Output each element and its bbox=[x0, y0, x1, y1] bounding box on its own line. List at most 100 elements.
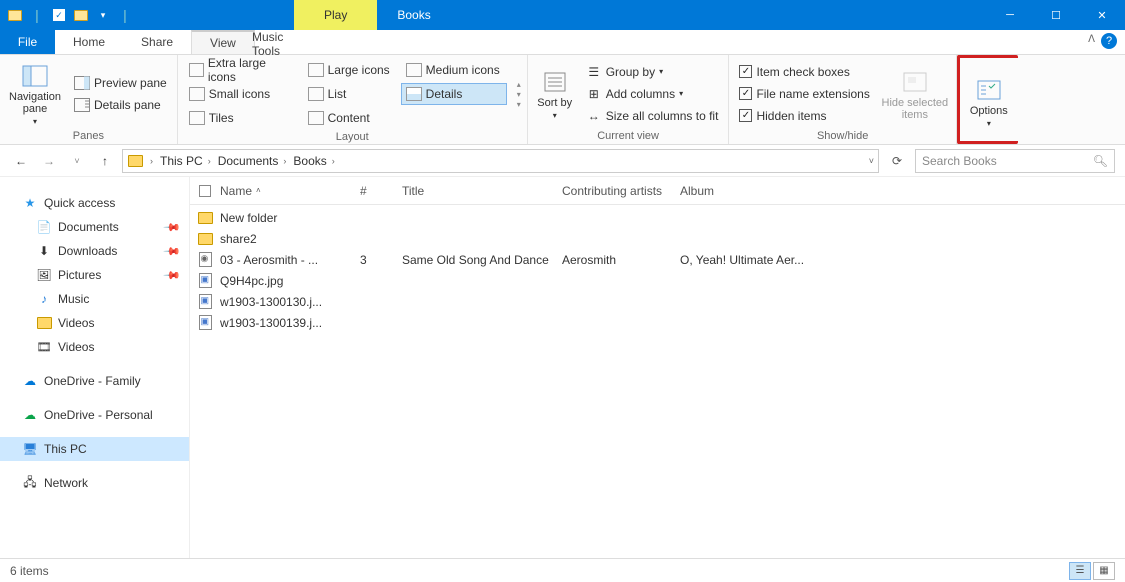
file-row[interactable]: Q9H4pc.jpg bbox=[190, 270, 1125, 291]
chevron-right-icon[interactable]: › bbox=[150, 156, 153, 166]
view-details-button[interactable]: ☰ bbox=[1069, 562, 1091, 580]
layout-extra-large[interactable]: Extra large icons bbox=[184, 59, 299, 81]
sidebar-onedrive-family[interactable]: ☁OneDrive - Family bbox=[0, 369, 189, 393]
hide-selected-icon bbox=[901, 69, 929, 95]
file-tab[interactable]: File bbox=[0, 30, 55, 54]
layout-content[interactable]: Content bbox=[303, 107, 397, 129]
column-header-num[interactable]: # bbox=[360, 184, 402, 198]
sidebar-item-music[interactable]: ♪Music bbox=[0, 287, 189, 311]
qat-separator: | bbox=[116, 6, 134, 24]
breadcrumb-item[interactable]: Documents› bbox=[218, 154, 290, 168]
qat-folder-icon[interactable] bbox=[72, 6, 90, 24]
sidebar-item-pictures[interactable]: 🖼Pictures📌 bbox=[0, 263, 189, 287]
close-button[interactable]: ✕ bbox=[1079, 0, 1125, 30]
cloud-icon: ☁ bbox=[22, 408, 38, 422]
options-button[interactable]: Options ▾ bbox=[966, 62, 1012, 141]
item-check-boxes-toggle[interactable]: ✓Item check boxes bbox=[735, 61, 873, 83]
minimize-button[interactable]: ─ bbox=[987, 0, 1033, 30]
column-header-album[interactable]: Album bbox=[680, 184, 1125, 198]
layout-medium[interactable]: Medium icons bbox=[401, 59, 507, 81]
context-tab-play[interactable]: Play bbox=[294, 0, 377, 30]
preview-pane-button[interactable]: Preview pane bbox=[70, 72, 171, 94]
sidebar-item-downloads[interactable]: ⬇Downloads📌 bbox=[0, 239, 189, 263]
add-columns-button[interactable]: ⊞Add columns ▾ bbox=[582, 83, 723, 105]
cell-title: Same Old Song And Dance bbox=[402, 253, 562, 267]
ribbon-group-label: Panes bbox=[6, 128, 171, 144]
image-file-icon bbox=[199, 294, 212, 309]
layout-large[interactable]: Large icons bbox=[303, 59, 397, 81]
ribbon: Navigation pane▾ Preview pane Details pa… bbox=[0, 55, 1125, 145]
file-row[interactable]: w1903-1300130.j... bbox=[190, 291, 1125, 312]
ribbon-tabs: File Home Share View Music Tools ᐱ ? bbox=[0, 30, 1125, 55]
cell-name: w1903-1300130.j... bbox=[220, 295, 360, 309]
details-pane-label: Details pane bbox=[94, 98, 161, 112]
cell-name: New folder bbox=[220, 211, 360, 225]
sidebar-item-videos[interactable]: 🎞Videos bbox=[0, 335, 189, 359]
ribbon-group-layout: Extra large icons Large icons Medium ico… bbox=[178, 55, 528, 144]
search-icon: 🔍︎ bbox=[1093, 154, 1108, 168]
up-button[interactable]: ↑ bbox=[94, 150, 116, 172]
qat-folder-icon[interactable] bbox=[6, 6, 24, 24]
sidebar-network[interactable]: 🖧Network bbox=[0, 471, 189, 495]
forward-button[interactable]: → bbox=[38, 150, 60, 172]
preview-pane-icon bbox=[74, 76, 90, 90]
refresh-button[interactable]: ⟳ bbox=[885, 149, 909, 173]
sort-icon bbox=[541, 69, 569, 95]
layout-scroll[interactable]: ▴▾▾ bbox=[517, 80, 521, 109]
audio-file-icon bbox=[199, 252, 212, 267]
details-pane-button[interactable]: Details pane bbox=[70, 94, 171, 116]
details-pane-icon bbox=[74, 98, 90, 112]
layout-small[interactable]: Small icons bbox=[184, 83, 299, 105]
folder-icon bbox=[198, 212, 213, 224]
layout-tiles[interactable]: Tiles bbox=[184, 107, 299, 129]
qat-overflow[interactable]: ▾ bbox=[94, 6, 112, 24]
recent-locations-button[interactable]: ˅ bbox=[66, 150, 88, 172]
home-tab[interactable]: Home bbox=[55, 30, 123, 54]
select-all-checkbox[interactable] bbox=[190, 185, 220, 197]
hide-selected-button[interactable]: Hide selected items bbox=[880, 59, 950, 128]
help-button[interactable]: ? bbox=[1101, 33, 1117, 49]
file-extensions-toggle[interactable]: ✓File name extensions bbox=[735, 83, 873, 105]
pictures-icon: 🖼 bbox=[36, 268, 52, 282]
hidden-items-toggle[interactable]: ✓Hidden items bbox=[735, 105, 873, 127]
sidebar-this-pc[interactable]: 🖥This PC bbox=[0, 437, 189, 461]
layout-list[interactable]: List bbox=[303, 83, 397, 105]
sidebar-quick-access[interactable]: ★Quick access bbox=[0, 191, 189, 215]
size-columns-button[interactable]: ↔Size all columns to fit bbox=[582, 105, 723, 127]
file-row[interactable]: New folder bbox=[190, 207, 1125, 228]
share-tab[interactable]: Share bbox=[123, 30, 191, 54]
address-bar[interactable]: › This PC› Documents› Books› ˅ bbox=[122, 149, 879, 173]
layout-details[interactable]: Details bbox=[401, 83, 507, 105]
window-title: Books bbox=[397, 0, 430, 30]
image-file-icon bbox=[199, 273, 212, 288]
documents-icon: 📄 bbox=[36, 220, 52, 234]
sort-by-button[interactable]: Sort by▾ bbox=[534, 59, 576, 128]
navigation-pane-button[interactable]: Navigation pane▾ bbox=[6, 59, 64, 128]
file-row[interactable]: 03 - Aerosmith - ...3Same Old Song And D… bbox=[190, 249, 1125, 270]
column-header-name[interactable]: Name˄ bbox=[220, 184, 360, 198]
ribbon-collapse-icon[interactable]: ᐱ bbox=[1088, 34, 1095, 45]
file-row[interactable]: w1903-1300139.j... bbox=[190, 312, 1125, 333]
group-by-button[interactable]: ☰Group by ▾ bbox=[582, 61, 723, 83]
quick-access-toolbar: | ✓ ▾ | bbox=[0, 6, 134, 24]
sidebar-item-documents[interactable]: 📄Documents📌 bbox=[0, 215, 189, 239]
back-button[interactable]: ← bbox=[10, 150, 32, 172]
sidebar-item-videos[interactable]: Videos bbox=[0, 311, 189, 335]
cell-album: O, Yeah! Ultimate Aer... bbox=[680, 253, 1125, 267]
breadcrumb-item[interactable]: Books› bbox=[293, 154, 337, 168]
group-by-icon: ☰ bbox=[586, 65, 602, 79]
search-input[interactable]: Search Books 🔍︎ bbox=[915, 149, 1115, 173]
ribbon-group-label: Show/hide bbox=[735, 128, 949, 144]
column-header-title[interactable]: Title bbox=[402, 184, 562, 198]
address-history-button[interactable]: ˅ bbox=[869, 156, 874, 166]
navigation-pane-label: Navigation pane bbox=[6, 91, 64, 115]
column-header-artist[interactable]: Contributing artists bbox=[562, 184, 680, 198]
music-tools-tab[interactable]: Music Tools bbox=[234, 30, 320, 58]
breadcrumb-item[interactable]: This PC› bbox=[160, 154, 214, 168]
maximize-button[interactable]: ☐ bbox=[1033, 0, 1079, 30]
add-columns-icon: ⊞ bbox=[586, 87, 602, 101]
view-thumbnails-button[interactable]: ▦ bbox=[1093, 562, 1115, 580]
qat-checkbox[interactable]: ✓ bbox=[50, 6, 68, 24]
sidebar-onedrive-personal[interactable]: ☁OneDrive - Personal bbox=[0, 403, 189, 427]
file-row[interactable]: share2 bbox=[190, 228, 1125, 249]
